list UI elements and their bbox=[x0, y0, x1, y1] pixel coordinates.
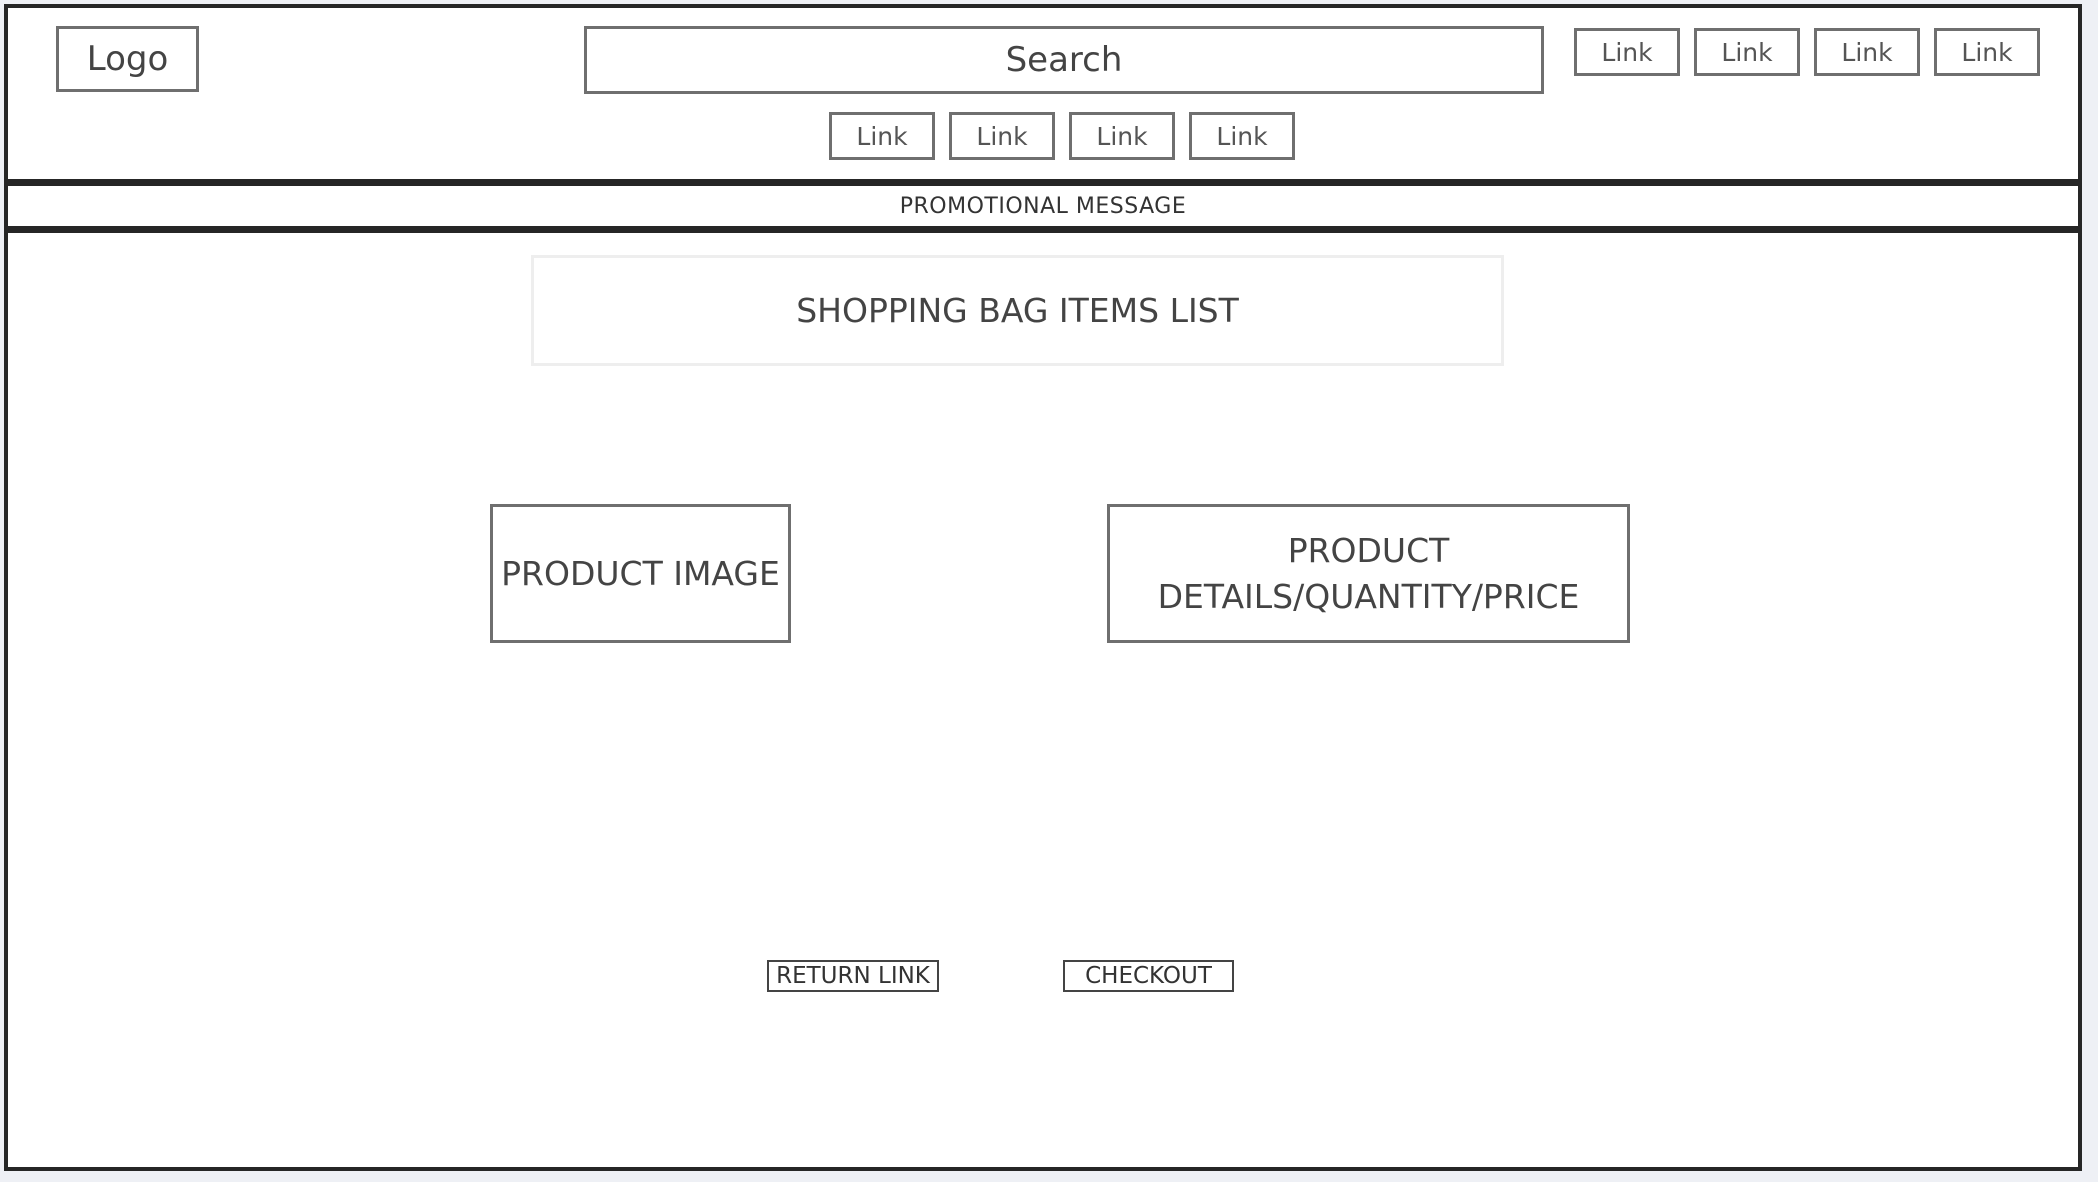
product-details: PRODUCT DETAILS/QUANTITY/PRICE bbox=[1107, 504, 1630, 643]
logo[interactable]: Logo bbox=[56, 26, 199, 92]
header: Logo Search Link Link Link Link Link Lin… bbox=[8, 8, 2078, 178]
promotional-banner: PROMOTIONAL MESSAGE bbox=[8, 179, 2078, 233]
nav-link-1[interactable]: Link bbox=[829, 112, 935, 160]
top-link-2[interactable]: Link bbox=[1694, 28, 1800, 76]
page-frame: Logo Search Link Link Link Link Link Lin… bbox=[4, 4, 2082, 1171]
search-input[interactable]: Search bbox=[584, 26, 1544, 94]
top-link-1[interactable]: Link bbox=[1574, 28, 1680, 76]
nav-link-3[interactable]: Link bbox=[1069, 112, 1175, 160]
top-link-4[interactable]: Link bbox=[1934, 28, 2040, 76]
return-link[interactable]: RETURN LINK bbox=[767, 960, 939, 992]
shopping-bag-title: SHOPPING BAG ITEMS LIST bbox=[531, 255, 1504, 366]
product-image[interactable]: PRODUCT IMAGE bbox=[490, 504, 791, 643]
checkout-button[interactable]: CHECKOUT bbox=[1063, 960, 1234, 992]
top-link-3[interactable]: Link bbox=[1814, 28, 1920, 76]
nav-link-4[interactable]: Link bbox=[1189, 112, 1295, 160]
nav-link-2[interactable]: Link bbox=[949, 112, 1055, 160]
